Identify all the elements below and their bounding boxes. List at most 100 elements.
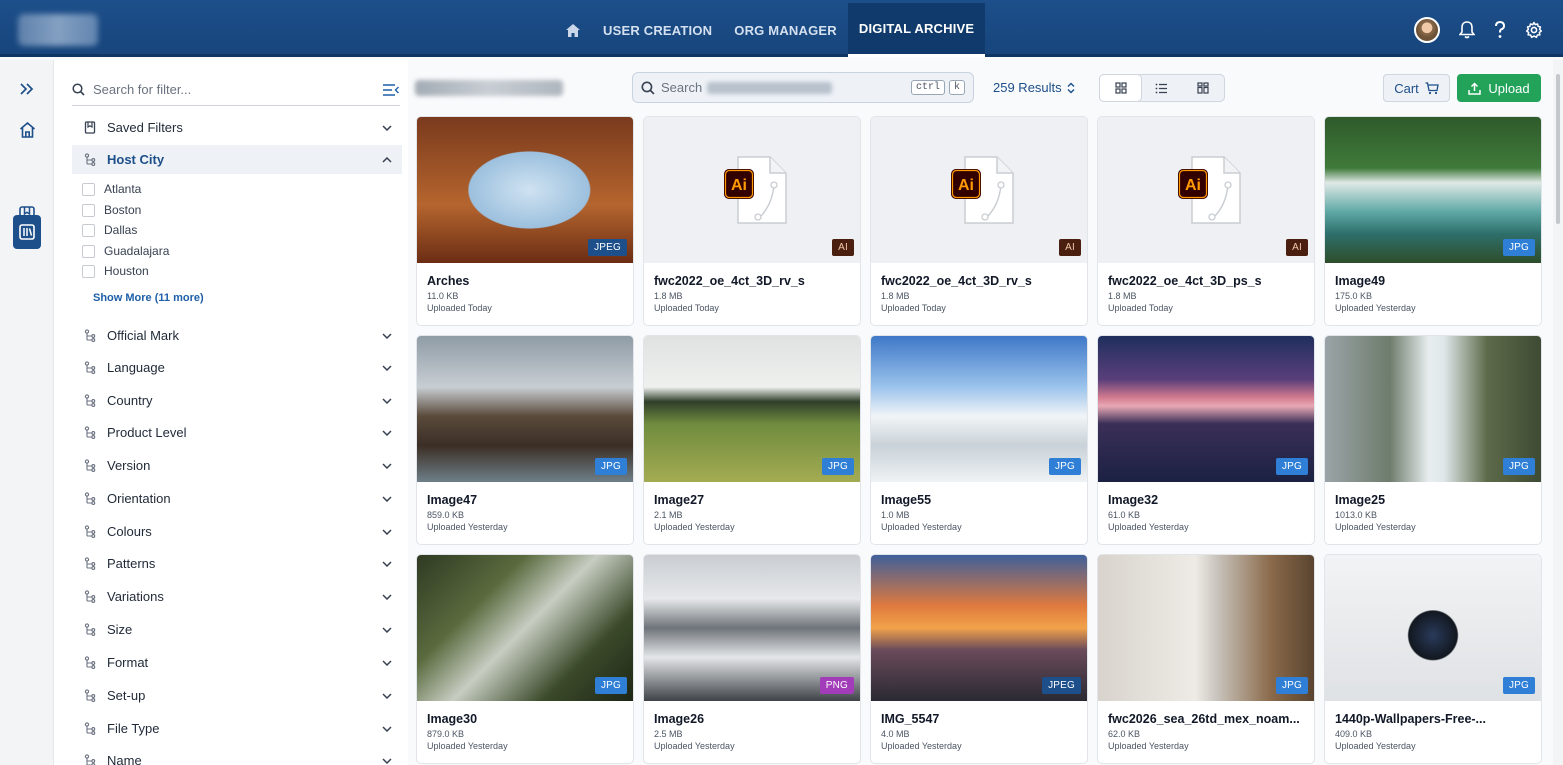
asset-size: 61.0 KB [1108,510,1141,520]
filter-group-variations[interactable]: Variations [72,582,402,611]
page-scrollbar[interactable] [1553,60,1563,765]
nav-digital-archive[interactable]: DIGITAL ARCHIVE [847,3,986,57]
checkbox[interactable] [82,223,95,237]
nav-user-creation[interactable]: USER CREATION [592,3,723,57]
filter-group-file-type[interactable]: File Type [72,714,402,743]
upload-button[interactable]: Upload [1457,74,1541,102]
chevron-down-icon [382,364,392,371]
asset-thumbnail[interactable]: JPEG [871,555,1087,701]
filter-group-label: Official Mark [107,328,179,343]
host-city-option[interactable]: Boston [82,201,141,219]
filter-search-input[interactable] [93,82,382,97]
file-type-badge: JPG [1502,458,1535,475]
filter-group-country[interactable]: Country [72,386,402,415]
kbd-k: k [948,80,965,95]
asset-card[interactable]: PNG Image26 2.5 MB Uploaded Yesterday [643,554,861,764]
list-view-button[interactable] [1141,75,1182,101]
asset-card[interactable]: JPG Image25 1013.0 KB Uploaded Yesterday [1324,335,1542,545]
checkbox[interactable] [82,264,95,278]
gear-icon[interactable] [1525,21,1543,39]
asset-thumbnail[interactable]: JPG [1325,336,1541,482]
asset-thumbnail[interactable]: PNG [644,555,860,701]
checkbox[interactable] [82,182,95,196]
tree-icon [84,458,96,472]
asset-card[interactable]: JPG Image27 2.1 MB Uploaded Yesterday [643,335,861,545]
asset-thumbnail[interactable]: JPG [417,555,633,701]
scrollbar-thumb[interactable] [1556,74,1560,224]
chevron-down-icon [382,462,392,469]
filter-group-patterns[interactable]: Patterns [72,549,402,578]
asset-name: fwc2022_oe_4ct_3D_rv_s [654,274,805,288]
asset-thumbnail[interactable]: Ai AI [1098,117,1314,263]
asset-card[interactable]: JPG Image47 859.0 KB Uploaded Yesterday [416,335,634,545]
asset-name: Image26 [654,712,705,726]
filter-group-language[interactable]: Language [72,353,402,382]
asset-card[interactable]: JPG 1440p-Wallpapers-Free-... 409.0 KB Uplo… [1324,554,1542,764]
file-type-badge: JPEG [1042,677,1081,694]
asset-upload-date: Uploaded Yesterday [881,741,962,751]
compact-view-button[interactable] [1183,75,1224,101]
asset-card[interactable]: JPG Image32 61.0 KB Uploaded Yesterday [1097,335,1315,545]
asset-thumbnail[interactable]: Ai AI [644,117,860,263]
asset-card[interactable]: JPG fwc2026_sea_26td_mex_noam... 62.0 KB Up… [1097,554,1315,764]
nav-org-manager[interactable]: ORG MANAGER [723,3,848,57]
asset-thumbnail[interactable]: Ai AI [871,117,1087,263]
checkbox[interactable] [82,244,95,258]
host-city-option[interactable]: Dallas [82,221,137,239]
filter-group-label: File Type [107,721,160,736]
results-sort[interactable]: 259 Results [993,80,1075,95]
asset-card[interactable]: JPG Image49 175.0 KB Uploaded Yesterday [1324,116,1542,326]
bookmark-icon [84,121,96,134]
cart-button[interactable]: Cart [1383,74,1450,102]
filter-group-colours[interactable]: Colours [72,517,402,546]
file-type-badge: JPG [1048,458,1081,475]
rail-saved-button[interactable] [13,200,41,228]
asset-card[interactable]: JPG Image55 1.0 MB Uploaded Yesterday [870,335,1088,545]
avatar[interactable] [1414,17,1440,43]
asset-thumbnail[interactable]: JPG [1098,555,1314,701]
asset-thumbnail[interactable]: JPG [871,336,1087,482]
filter-group-host-city[interactable]: Host City [72,145,402,174]
home-nav-button[interactable] [554,3,592,57]
checkbox[interactable] [82,203,95,217]
saved-filters-row[interactable]: Saved Filters [72,113,402,142]
asset-thumbnail[interactable]: JPG [417,336,633,482]
asset-card[interactable]: JPEG Arches 11.0 KB Uploaded Today [416,116,634,326]
asset-card[interactable]: Ai AI fwc2022_oe_4ct_3D_ps_s 1.8 MB Uploaded… [1097,116,1315,326]
main-nav: USER CREATION ORG MANAGER DIGITAL ARCHIV… [554,3,986,57]
filter-group-set-up[interactable]: Set-up [72,681,402,710]
asset-card[interactable]: Ai AI fwc2022_oe_4ct_3D_rv_s 1.8 MB Uploaded… [643,116,861,326]
keyboard-shortcut: ctrl k [907,80,965,95]
filter-group-size[interactable]: Size [72,615,402,644]
filter-group-orientation[interactable]: Orientation [72,484,402,513]
asset-search[interactable]: Search ctrl k [632,72,974,103]
asset-thumbnail[interactable]: JPEG [417,117,633,263]
asset-thumbnail[interactable]: JPG [1325,555,1541,701]
grid-view-button[interactable] [1100,75,1142,101]
expand-sidebar-button[interactable] [13,75,41,103]
tree-icon [84,152,96,166]
show-more-link[interactable]: Show More (11 more) [93,292,204,304]
filter-group-version[interactable]: Version [72,451,402,480]
filter-group-format[interactable]: Format [72,648,402,677]
host-city-option[interactable]: Houston [82,262,149,280]
asset-thumbnail[interactable]: JPG [644,336,860,482]
help-icon[interactable] [1494,21,1506,39]
bell-icon[interactable] [1459,21,1475,39]
host-city-option[interactable]: Atlanta [82,180,141,198]
rail-home-button[interactable] [13,116,41,144]
asset-card[interactable]: JPG Image30 879.0 KB Uploaded Yesterday [416,554,634,764]
asset-thumbnail[interactable]: JPG [1325,117,1541,263]
list-icon [1156,83,1168,93]
asset-upload-date: Uploaded Yesterday [654,741,735,751]
brand-logo[interactable] [18,14,98,46]
filter-group-label: Product Level [107,425,187,440]
filter-group-name[interactable]: Name [72,746,402,765]
filter-list-icon[interactable] [382,83,400,97]
filter-group-product-level[interactable]: Product Level [72,418,402,447]
asset-thumbnail[interactable]: JPG [1098,336,1314,482]
asset-card[interactable]: JPEG IMG_5547 4.0 MB Uploaded Yesterday [870,554,1088,764]
host-city-option[interactable]: Guadalajara [82,242,169,260]
filter-group-official-mark[interactable]: Official Mark [72,321,402,350]
asset-card[interactable]: Ai AI fwc2022_oe_4ct_3D_rv_s 1.8 MB Uploaded… [870,116,1088,326]
